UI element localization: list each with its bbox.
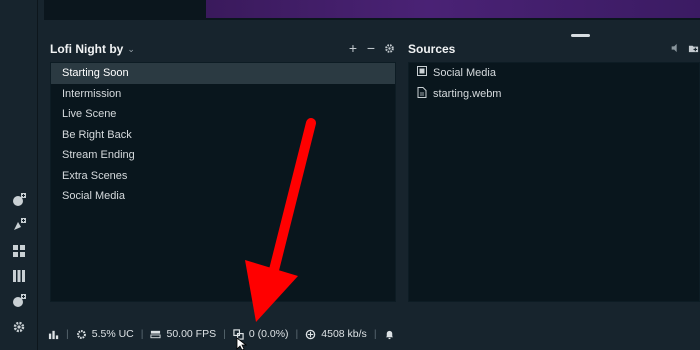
preview-canvas xyxy=(206,0,700,18)
bitrate-value: 4508 kb/s xyxy=(321,328,367,340)
fps-icon xyxy=(150,330,162,338)
apps-plus-icon[interactable] xyxy=(9,292,29,310)
bitrate-stat: 4508 kb/s xyxy=(305,328,367,340)
scene-item[interactable]: Starting Soon xyxy=(51,63,395,84)
audio-icon[interactable] xyxy=(669,42,681,54)
scene-item[interactable]: Social Media xyxy=(51,186,395,207)
sources-title: Sources xyxy=(408,42,456,56)
bitrate-icon xyxy=(305,329,316,339)
add-icon[interactable]: + xyxy=(347,41,359,55)
scene-collection-label: Lofi Night by xyxy=(50,42,124,56)
scene-item[interactable]: Be Right Back xyxy=(51,125,395,146)
add-folder-icon[interactable] xyxy=(687,42,699,54)
sources-toolbar xyxy=(669,42,699,54)
dashboard-plus-icon[interactable] xyxy=(9,191,29,209)
chevron-down-icon: ⌄ xyxy=(127,43,135,54)
resize-handle[interactable] xyxy=(571,34,590,37)
sources-list: Social Media starting.webm xyxy=(408,62,700,302)
source-item[interactable]: starting.webm xyxy=(409,84,699,105)
source-label: starting.webm xyxy=(433,87,502,100)
status-bar: | 5.5% UC | 50.00 FPS | 0 (0.0%) | 4508 … xyxy=(38,318,700,350)
scene-collection-title[interactable]: Lofi Night by ⌄ xyxy=(50,42,135,56)
studio-mode-icon[interactable] xyxy=(9,267,29,285)
scene-toolbar: + − xyxy=(347,41,395,55)
dropped-frames-value: 0 (0.0%) xyxy=(248,328,289,340)
scene-item[interactable]: Live Scene xyxy=(51,104,395,125)
scene-icon xyxy=(417,66,427,80)
file-icon xyxy=(417,86,427,101)
scene-item[interactable]: Stream Ending xyxy=(51,145,395,166)
fps-value: 50.00 FPS xyxy=(166,328,217,340)
mouse-cursor-icon xyxy=(236,337,248,350)
source-label: Social Media xyxy=(433,67,496,80)
layout-grid-icon[interactable] xyxy=(9,242,29,260)
scenes-list: Starting Soon Intermission Live Scene Be Ri… xyxy=(50,62,396,302)
fps-stat: 50.00 FPS xyxy=(150,328,216,340)
performance-icon[interactable] xyxy=(48,329,59,340)
settings-gear-icon[interactable] xyxy=(9,318,29,336)
themes-plus-icon[interactable] xyxy=(9,216,29,234)
cpu-value: 5.5% UC xyxy=(91,328,134,340)
left-sidebar xyxy=(0,0,38,350)
cpu-icon xyxy=(76,329,86,339)
scene-item[interactable]: Intermission xyxy=(51,84,395,105)
cpu-usage: 5.5% UC xyxy=(76,328,134,340)
stream-preview xyxy=(44,0,700,20)
notification-bell-icon[interactable] xyxy=(384,329,395,340)
gear-icon[interactable] xyxy=(383,42,395,54)
remove-icon[interactable]: − xyxy=(365,41,377,55)
scene-item[interactable]: Extra Scenes xyxy=(51,166,395,187)
source-item[interactable]: Social Media xyxy=(409,63,699,84)
